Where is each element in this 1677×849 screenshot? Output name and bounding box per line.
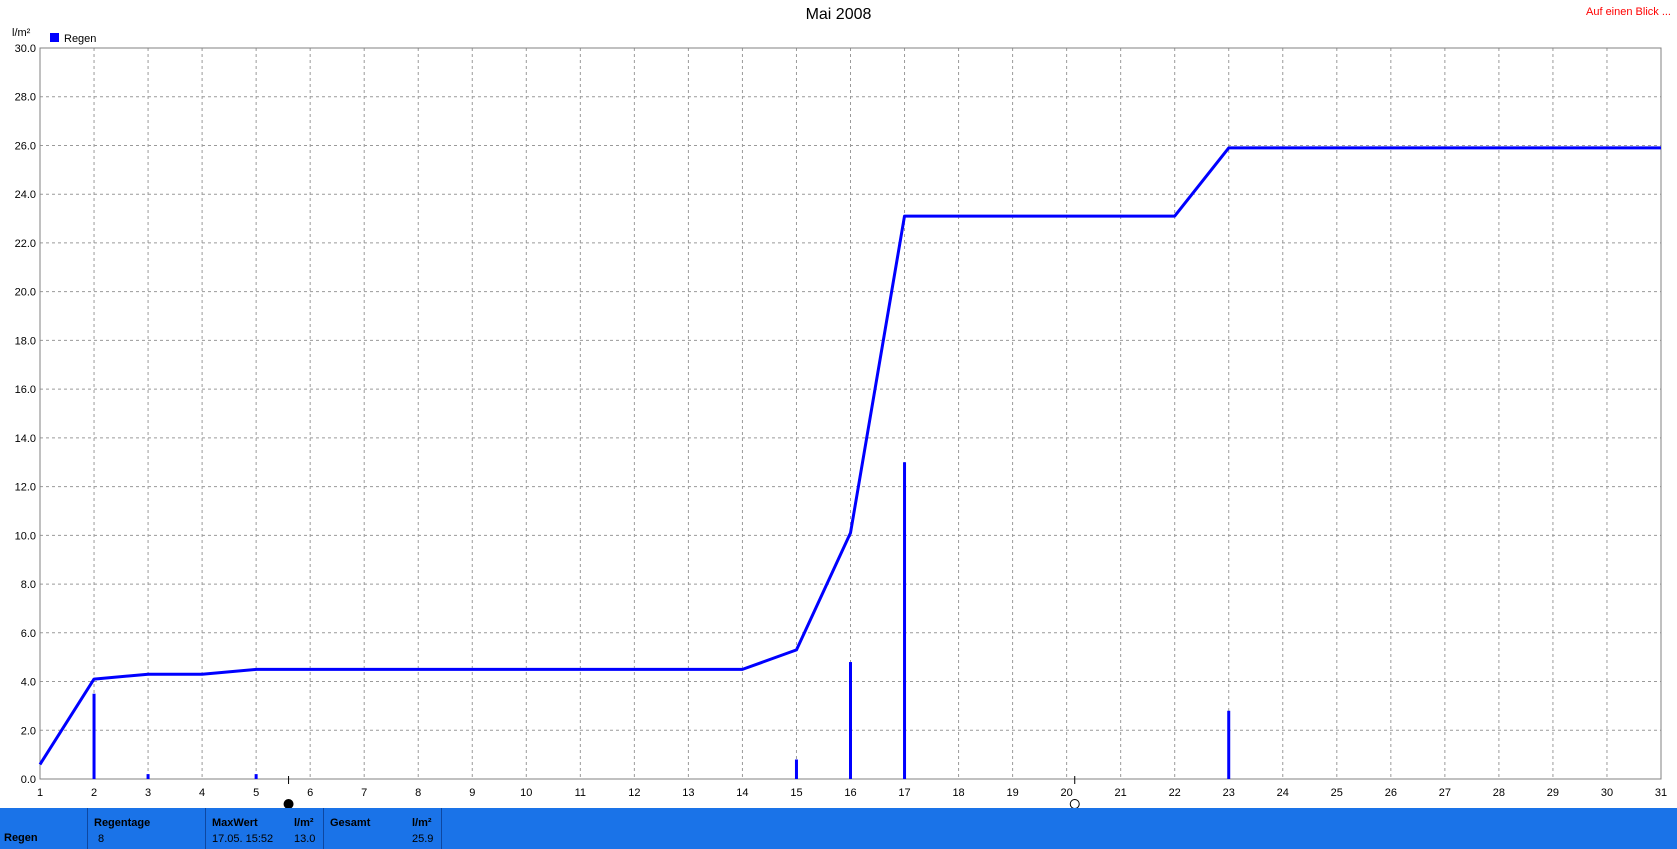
- x-tick-label: 30: [1601, 787, 1613, 799]
- gesamt-value: 25.9: [412, 833, 434, 845]
- rain-bar: [254, 774, 258, 779]
- maxwert-cell: MaxWert l/m² 17.05. 15:52 13.0: [206, 808, 324, 849]
- x-tick-label: 6: [307, 787, 313, 799]
- y-tick-label: 12.0: [15, 482, 36, 494]
- maxwert-unit: l/m²: [294, 817, 314, 829]
- x-tick-label: 5: [253, 787, 259, 799]
- x-tick-label: 8: [415, 787, 421, 799]
- y-tick-label: 22.0: [15, 238, 36, 250]
- y-tick-label: 6.0: [21, 628, 36, 640]
- x-tick-label: 26: [1385, 787, 1397, 799]
- gesamt-cell: Gesamt l/m² 25.9: [324, 808, 442, 849]
- rain-bar: [849, 662, 852, 779]
- regentage-label: Regentage: [94, 817, 151, 829]
- x-tick-label: 3: [145, 787, 151, 799]
- x-tick-label: 15: [790, 787, 802, 799]
- y-tick-label: 4.0: [21, 677, 36, 689]
- new-moon-icon: [283, 799, 294, 808]
- x-tick-label: 4: [199, 787, 205, 799]
- stats-row-label: Regen: [4, 832, 38, 844]
- full-moon-icon: [1069, 799, 1080, 808]
- x-tick-label: 29: [1547, 787, 1559, 799]
- x-tick-label: 10: [520, 787, 532, 799]
- rain-bar: [1227, 710, 1231, 779]
- x-tick-label: 14: [736, 787, 748, 799]
- y-tick-label: 10.0: [15, 530, 36, 542]
- y-axis-ticks: 0.0 2.0 4.0 6.0 8.0 10.0 12.0 14.0 16.0 18.0 20.0 2…: [15, 43, 36, 786]
- statistics-bar: Regen Regentage 8 MaxWert l/m² 17.05. 15…: [0, 808, 1677, 849]
- y-tick-label: 16.0: [15, 384, 36, 396]
- y-tick-label: 18.0: [15, 335, 36, 347]
- y-tick-label: 2.0: [21, 725, 36, 737]
- x-tick-label: 19: [1006, 787, 1018, 799]
- maxwert-label: MaxWert: [212, 817, 258, 829]
- x-tick-label: 13: [682, 787, 694, 799]
- x-tick-label: 1: [37, 787, 43, 799]
- x-axis-ticks: 1 2 3 4 5 6 7 8 9 10 11 12 13 14 15 16 17 18 19 20 21 22 23 24 2…: [37, 787, 1667, 799]
- x-tick-label: 2: [91, 787, 97, 799]
- y-tick-label: 8.0: [21, 579, 36, 591]
- y-tick-label: 20.0: [15, 287, 36, 299]
- y-axis-unit-label: l/m²: [12, 27, 31, 39]
- regentage-value: 8: [98, 833, 105, 845]
- rain-bar: [92, 693, 96, 779]
- x-tick-label: 12: [628, 787, 640, 799]
- x-tick-label: 16: [844, 787, 856, 799]
- x-tick-label: 7: [361, 787, 367, 799]
- x-tick-label: 21: [1115, 787, 1127, 799]
- y-tick-label: 24.0: [15, 189, 36, 201]
- y-tick-label: 14.0: [15, 433, 36, 445]
- x-tick-label: 18: [952, 787, 964, 799]
- y-tick-label: 28.0: [15, 92, 36, 104]
- x-tick-label: 23: [1223, 787, 1235, 799]
- stats-row-label-cell: Regen: [0, 808, 88, 849]
- regentage-cell: Regentage 8: [88, 808, 206, 849]
- x-tick-label: 11: [575, 787, 586, 799]
- rain-bar: [794, 759, 798, 779]
- daily-rain-bars: [92, 462, 1231, 779]
- rain-bar: [146, 774, 150, 779]
- rain-bar: [903, 462, 907, 779]
- maxwert-value: 13.0: [294, 833, 316, 845]
- legend-label: Regen: [64, 33, 96, 45]
- maxwert-date: 17.05. 15:52: [212, 833, 274, 845]
- x-tick-label: 27: [1439, 787, 1451, 799]
- x-tick-label: 20: [1061, 787, 1073, 799]
- x-tick-label: 28: [1493, 787, 1505, 799]
- gesamt-unit: l/m²: [412, 817, 432, 829]
- y-tick-label: 0.0: [21, 774, 36, 786]
- y-tick-label: 30.0: [15, 43, 36, 55]
- x-tick-label: 22: [1169, 787, 1181, 799]
- x-tick-label: 17: [898, 787, 910, 799]
- gesamt-label: Gesamt: [330, 817, 371, 829]
- x-tick-label: 25: [1331, 787, 1343, 799]
- legend-swatch: [50, 33, 59, 42]
- x-tick-label: 31: [1655, 787, 1667, 799]
- x-tick-label: 9: [469, 787, 475, 799]
- x-tick-label: 24: [1277, 787, 1289, 799]
- rain-chart: l/m² Regen 0.02.04.06.08.010.012.014.016…: [12, 27, 1667, 808]
- y-tick-label: 26.0: [15, 140, 36, 152]
